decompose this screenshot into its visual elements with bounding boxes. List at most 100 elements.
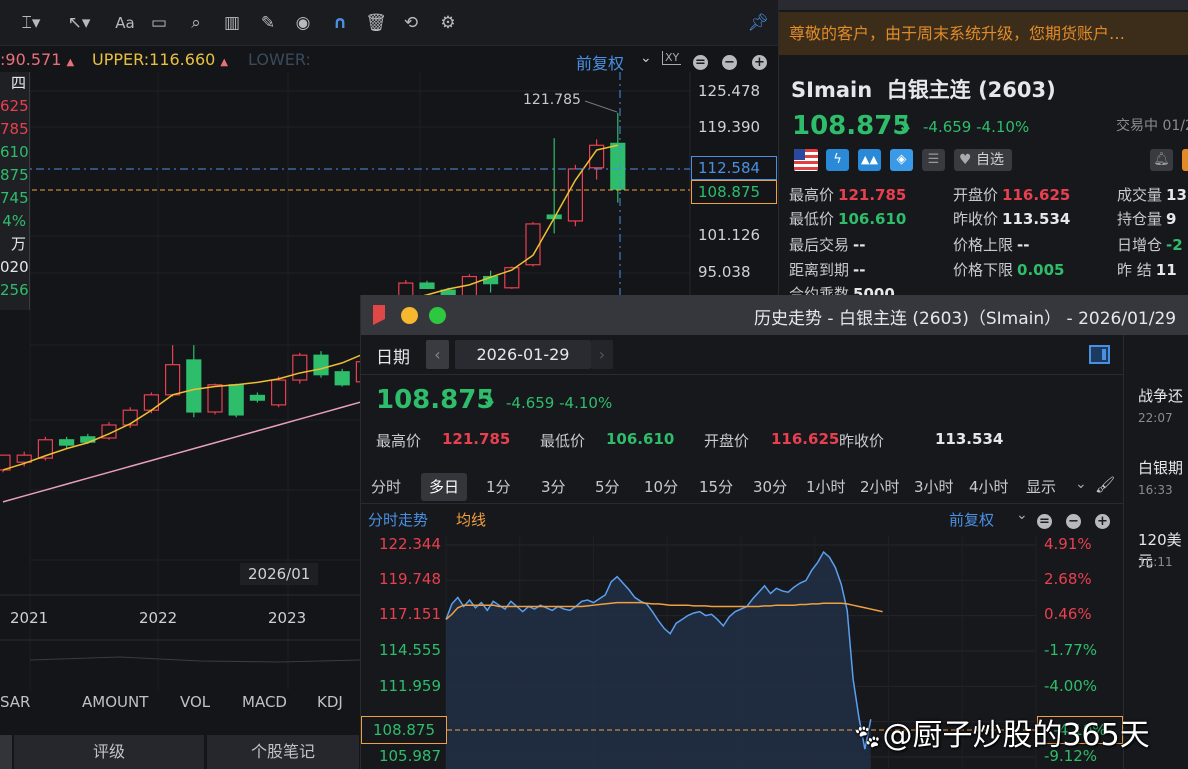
- candle[interactable]: [461, 275, 477, 298]
- symbol-code: SImain: [791, 78, 873, 102]
- notice-banner[interactable]: 尊敬的客户，由于周末系统升级，您期货账户…: [779, 12, 1188, 55]
- stat-value: --: [853, 261, 866, 279]
- eye-icon[interactable]: ◉: [290, 10, 316, 36]
- bottom-tab-notes[interactable]: 个股笔记: [207, 735, 359, 769]
- adjust-dropdown[interactable]: 前复权: [576, 50, 624, 74]
- info-value: 256: [0, 281, 29, 299]
- candle[interactable]: [313, 354, 329, 376]
- candle[interactable]: [143, 394, 159, 411]
- price-tick: 117.151: [378, 605, 441, 623]
- crosshair-date-label: 2026/01: [240, 563, 319, 585]
- stat-item: 日增仓 -2: [1117, 234, 1183, 255]
- stat-item: 昨 结 11: [1117, 259, 1177, 280]
- upper-value: UPPER:116.660: [92, 50, 216, 69]
- price-tick: 101.126: [698, 226, 761, 244]
- pen-icon[interactable]: ✎: [255, 10, 281, 36]
- pct-tick: -1.77%: [1044, 641, 1098, 659]
- last-price-label: 108.875: [691, 180, 777, 204]
- pct-tick: 2.68%: [1044, 570, 1092, 588]
- candle[interactable]: [419, 282, 435, 289]
- note-icon[interactable]: ☰: [922, 149, 945, 171]
- info-value: 745: [0, 189, 29, 207]
- candle[interactable]: [122, 409, 138, 426]
- high-annotation-leader: [584, 100, 618, 113]
- bottom-tab-rating[interactable]: 评级: [14, 735, 204, 769]
- stat-value: 11: [1155, 261, 1177, 279]
- zoom-fit-icon[interactable]: =: [693, 51, 708, 70]
- divider: [1123, 335, 1124, 769]
- indicator-tab-amount[interactable]: AMOUNT: [82, 693, 148, 711]
- news-title[interactable]: 白银期: [1138, 457, 1183, 478]
- stat-item: 开盘价 116.625: [953, 184, 1070, 205]
- info-value: 020: [0, 258, 29, 276]
- stat-value: 121.785: [838, 186, 907, 204]
- font-icon[interactable]: Aa: [112, 10, 138, 36]
- price-tick: 114.555: [378, 641, 441, 659]
- candle[interactable]: [249, 394, 265, 401]
- stat-label: 最后交易: [789, 236, 850, 254]
- gear-icon[interactable]: ⚙: [435, 10, 461, 36]
- zoom-out-icon[interactable]: −: [722, 51, 737, 70]
- crosshair-price-label: 112.584: [691, 156, 777, 180]
- stat-label: 最高价: [789, 186, 835, 204]
- indicator-tab-macd[interactable]: MACD: [242, 693, 287, 711]
- arrow-icon[interactable]: ↖▾: [66, 10, 92, 36]
- info-value: 万张: [10, 235, 26, 253]
- pct-tick: -4.00%: [1044, 677, 1098, 695]
- indicator-tab-sar[interactable]: SAR: [0, 693, 30, 711]
- mid-value: :90.571: [0, 50, 62, 69]
- magnet-icon[interactable]: ∩: [327, 10, 353, 36]
- bell-icon[interactable]: 🔔︎: [1150, 149, 1173, 171]
- add-watchlist-button[interactable]: ♥ 自选: [954, 149, 1012, 171]
- comment-icon[interactable]: ▭: [146, 10, 172, 36]
- orange-action-icon[interactable]: [1182, 149, 1188, 171]
- candle[interactable]: [207, 384, 223, 413]
- stat-value: 13: [1166, 186, 1187, 204]
- watermark-text: @厨子炒股的365天: [882, 718, 1150, 753]
- candle[interactable]: [334, 371, 350, 386]
- candle[interactable]: [271, 379, 287, 406]
- stat-label: 价格下限: [953, 261, 1014, 279]
- candle[interactable]: [58, 439, 75, 446]
- bottom-tab-edge[interactable]: [0, 735, 12, 769]
- candle[interactable]: [567, 168, 584, 222]
- stat-label: 最低价: [789, 210, 835, 228]
- candle-tool-icon[interactable]: ▥: [219, 10, 245, 36]
- stat-value: 116.625: [1002, 186, 1071, 204]
- level2-icon[interactable]: ϟ: [826, 149, 849, 171]
- gold-bars-icon[interactable]: ▲▲: [858, 149, 881, 171]
- volume-line: [29, 656, 361, 663]
- news-time: 16:33: [1138, 483, 1173, 497]
- stat-label: 持仓量: [1117, 210, 1163, 228]
- chevron-down-icon[interactable]: ⌄: [640, 50, 652, 66]
- stat-label: 昨收价: [953, 210, 999, 228]
- stat-item: 持仓量 9: [1117, 208, 1176, 229]
- paw-icon: 🐾︎: [852, 723, 883, 751]
- candle[interactable]: [610, 142, 626, 190]
- news-title[interactable]: 战争还: [1138, 385, 1183, 406]
- sync-icon[interactable]: ⟲: [398, 10, 424, 36]
- candle[interactable]: [228, 384, 244, 416]
- candle[interactable]: [165, 364, 181, 396]
- drawing-toolbar: ⌶▾ ↖▾ Aa ▭ ⌕ ▥ ✎ ◉ ∩ 🗑︎ ⟲ ⚙ 📌︎: [0, 0, 778, 46]
- indicator-lower: LOWER:: [248, 50, 311, 69]
- top-tab-strip: [779, 0, 1188, 10]
- indicator-tab-kdj[interactable]: KDJ: [317, 693, 343, 711]
- indicator-tab-vol[interactable]: VOL: [180, 693, 210, 711]
- text-cursor-icon[interactable]: ⌶▾: [18, 10, 44, 36]
- info-value: 785: [0, 120, 29, 138]
- price-tick: 119.390: [698, 118, 761, 136]
- candle[interactable]: [186, 359, 202, 413]
- pin-icon[interactable]: 📌︎: [745, 10, 771, 36]
- zoom-in-icon[interactable]: +: [752, 51, 767, 70]
- indicator-upper: UPPER:116.660 ▲: [92, 50, 229, 69]
- search-icon[interactable]: ⌕: [183, 10, 209, 36]
- candle[interactable]: [292, 354, 308, 381]
- stat-item: 距离到期 --: [789, 259, 865, 280]
- trash-icon[interactable]: 🗑︎: [363, 10, 389, 36]
- intraday-chart[interactable]: [361, 295, 1123, 769]
- stat-label: 日增仓: [1117, 236, 1163, 254]
- tag-icon[interactable]: ◈: [890, 149, 913, 171]
- xy-axis-icon[interactable]: XY: [662, 51, 682, 65]
- stat-item: 最后交易 --: [789, 234, 865, 255]
